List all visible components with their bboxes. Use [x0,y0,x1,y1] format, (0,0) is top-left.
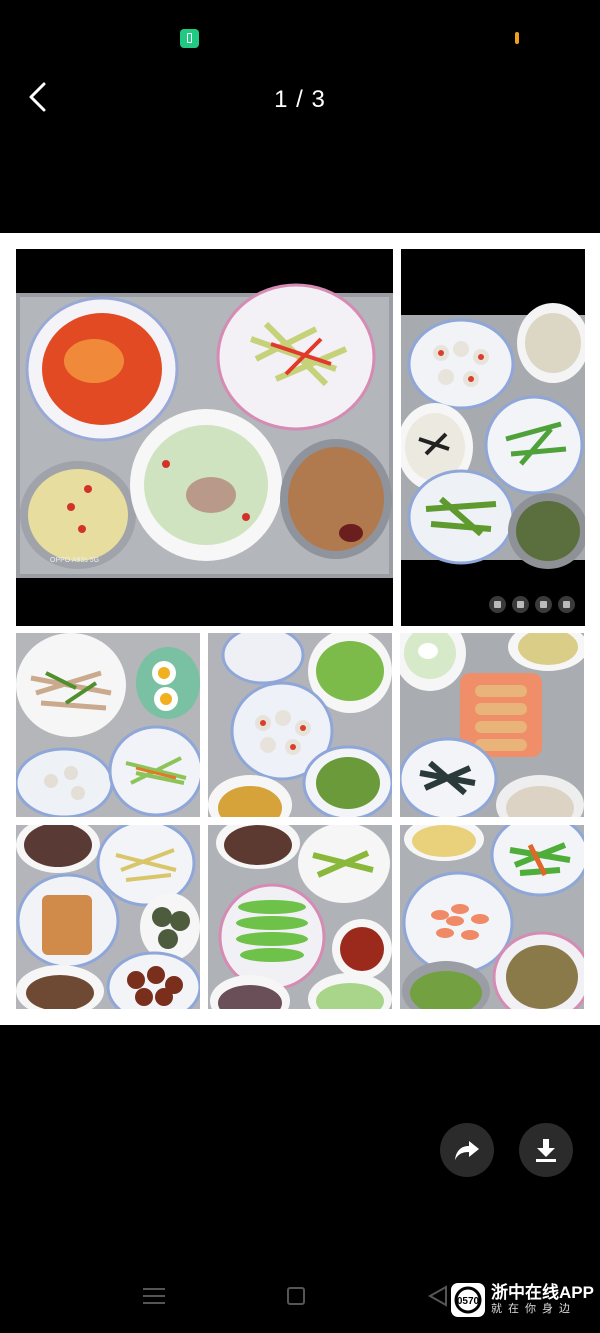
more-tool-icon[interactable] [558,596,575,613]
camera-watermark: OPPO A93s 5G [50,557,99,564]
nav-back-icon[interactable] [427,1285,448,1312]
tray-5-image [16,825,200,1009]
tray-3-image [208,633,392,817]
tray-6-image [210,825,392,1009]
app-logo: 0570 [451,1283,485,1317]
app-slogan: 就在你身边 [491,1303,576,1315]
photo-tray-5 [16,825,200,1009]
menu-icon[interactable] [143,1286,165,1306]
app-logo-text: 0570 [457,1296,480,1307]
photo-tray-4 [400,633,584,817]
share-button[interactable] [440,1123,494,1177]
photo-main-tray: OPPO A93s 5G [16,249,393,626]
photo-tray-6 [208,825,392,1009]
image-counter: 1 / 3 [274,86,326,113]
status-bar [0,0,600,70]
camera-tool-icon[interactable] [512,596,529,613]
main-tray-image: OPPO A93s 5G [16,283,393,578]
side-tray-image [401,303,585,569]
tray-4-image [400,633,584,817]
tray-2-image [16,633,200,817]
edit-tool-icon[interactable] [489,596,506,613]
app-watermark: 0570 浙中在线APP 就在你身边 [451,1283,594,1317]
app-name: 浙中在线APP [491,1283,594,1302]
download-icon [536,1139,556,1162]
grid-tool-icon[interactable] [535,596,552,613]
photo-tray-3 [208,633,392,817]
tray-7-image [402,825,584,1009]
photo-tray-2 [16,633,200,817]
photo-side-tray [401,249,585,626]
top-bar: 1 / 3 [0,70,600,130]
download-button[interactable] [519,1123,573,1177]
system-nav-bar: 0570 浙中在线APP 就在你身边 [0,1270,600,1333]
photo-viewer[interactable]: OPPO A93s 5G [0,233,600,1025]
photo-edit-toolbar [489,596,575,613]
photo-tray-7 [400,825,584,1009]
home-icon[interactable] [287,1287,305,1305]
battery-icon [180,29,199,48]
recording-indicator-icon [515,32,519,44]
share-icon [455,1141,479,1160]
